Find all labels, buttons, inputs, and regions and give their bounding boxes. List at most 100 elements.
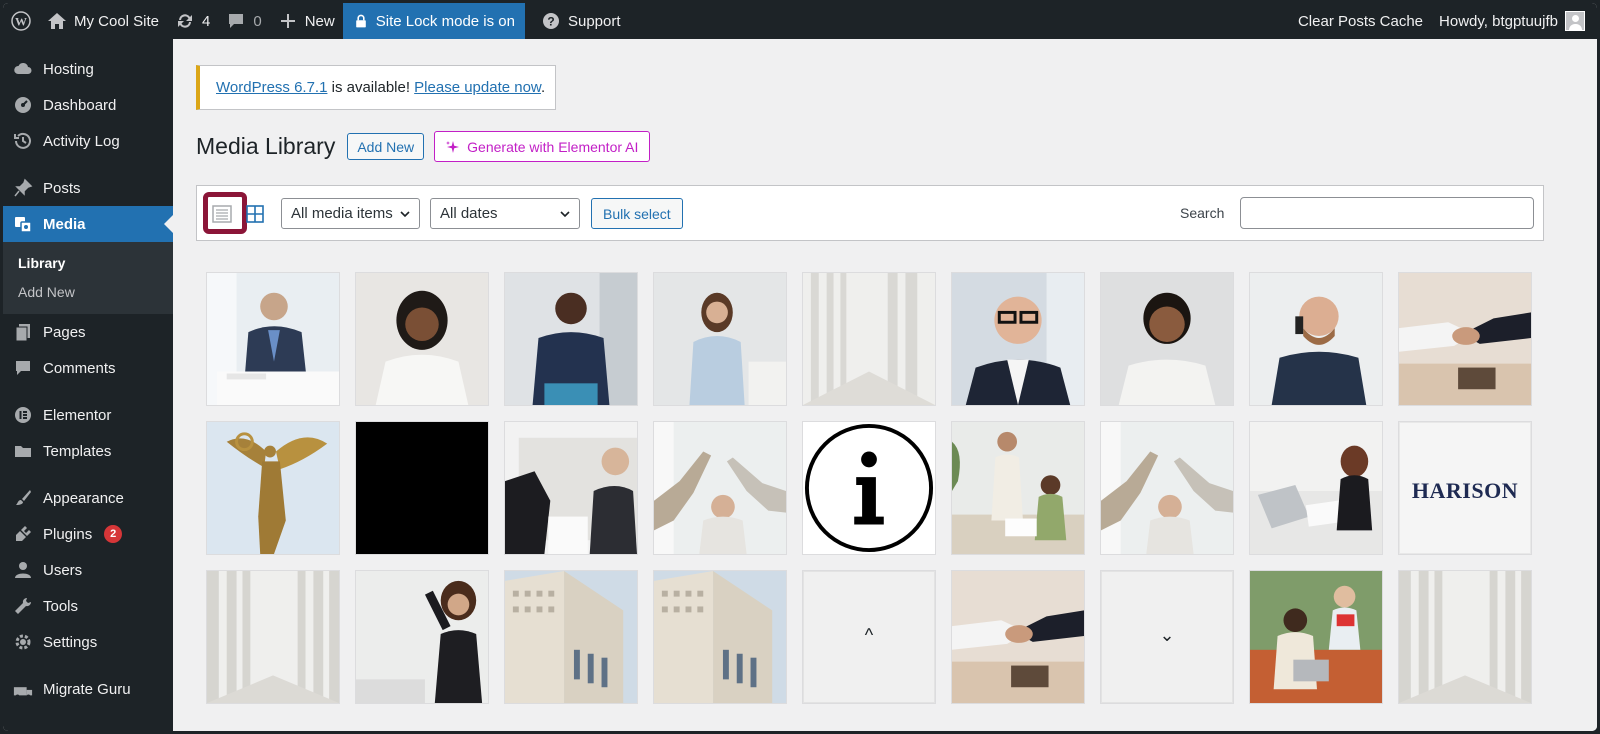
media-item[interactable] [802,272,936,406]
submenu-add-new[interactable]: Add New [3,277,173,306]
site-lock-indicator[interactable]: Site Lock mode is on [342,3,525,39]
migrate-icon [13,679,33,699]
media-item[interactable] [504,570,638,704]
title-row: Media Library Add New Generate with Elem… [196,131,651,162]
media-item[interactable] [1398,272,1532,406]
new-label: New [304,12,335,30]
admin-sidebar: Hosting Dashboard Activity Log Posts Med… [3,39,173,731]
date-filter[interactable]: All dates [430,198,580,229]
clear-cache-link[interactable]: Clear Posts Cache [1290,3,1431,39]
sidebar-item-templates[interactable]: Templates [3,433,173,469]
thumbnail-woman-white-shirt [356,273,488,405]
browser-frame: W My Cool Site 4 0 New Site Lock mode is… [0,0,1600,734]
sidebar-item-comments[interactable]: Comments [3,350,173,386]
media-item[interactable] [653,272,787,406]
generate-ai-button[interactable]: Generate with Elementor AI [434,131,651,162]
wordpress-version-link[interactable]: WordPress 6.7.1 [216,79,327,96]
thumbnail-businessman-signing [207,273,339,405]
media-item[interactable] [504,421,638,555]
wordpress-logo-button[interactable]: W [3,3,39,39]
bulk-select-button[interactable]: Bulk select [591,198,683,229]
sidebar-item-pages[interactable]: Pages [3,314,173,350]
thumbnail-high-five [654,422,786,554]
submenu-library[interactable]: Library [3,248,173,277]
chevron-down-icon [560,211,570,218]
generate-ai-label: Generate with Elementor AI [467,138,639,155]
history-icon [13,131,33,151]
site-name: My Cool Site [74,12,160,30]
media-item[interactable]: HARISON [1398,421,1532,555]
search-label: Search [1180,205,1225,221]
media-item[interactable] [653,570,787,704]
media-item[interactable] [1249,570,1383,704]
media-item[interactable] [951,272,1085,406]
media-item[interactable] [355,421,489,555]
main-content: WordPress 6.7.1 is available! Please upd… [173,39,1597,731]
thumbnail-man-glasses [952,273,1084,405]
avatar [1565,11,1585,31]
thumbnail-colonnade [803,273,935,405]
update-now-link[interactable]: Please update now [414,79,541,96]
media-item[interactable] [951,421,1085,555]
support-label: Support [567,12,621,30]
thumbnail-high-five-2 [1101,422,1233,554]
add-new-button[interactable]: Add New [347,133,425,160]
thumbnail-woman-whiteboard [356,571,488,703]
sidebar-item-label: Activity Log [43,132,120,150]
search-input[interactable] [1240,197,1534,229]
sidebar-item-label: Hosting [43,60,94,78]
grid-view-button[interactable] [242,200,268,228]
sidebar-item-posts[interactable]: Posts [3,170,173,206]
new-content-link[interactable]: New [270,3,343,39]
media-type-filter[interactable]: All media items [281,198,420,229]
media-item[interactable]: ^ [802,570,936,704]
sidebar-item-activity-log[interactable]: Activity Log [3,123,173,159]
sidebar-item-migrate-guru[interactable]: Migrate Guru [3,671,173,707]
media-item[interactable] [951,570,1085,704]
folder-icon [13,441,33,461]
media-item[interactable] [355,570,489,704]
date-filter-value: All dates [440,205,498,222]
comments-link[interactable]: 0 [218,3,269,39]
sidebar-item-users[interactable]: Users [3,552,173,588]
media-item[interactable] [355,272,489,406]
support-link[interactable]: ? Support [525,3,629,39]
sidebar-item-settings[interactable]: Settings [3,624,173,660]
media-item[interactable] [206,570,340,704]
media-type-value: All media items [291,205,393,222]
sidebar-item-elementor[interactable]: Elementor [3,397,173,433]
media-item[interactable] [653,421,787,555]
site-name-link[interactable]: My Cool Site [39,3,167,39]
sidebar-item-hosting[interactable]: Hosting [3,51,173,87]
media-item[interactable] [1249,272,1383,406]
sidebar-item-dashboard[interactable]: Dashboard [3,87,173,123]
site-lock-label: Site Lock mode is on [375,12,515,30]
sidebar-item-plugins[interactable]: Plugins 2 [3,516,173,552]
info-icon [803,422,935,554]
notice-text: is available! [327,79,415,96]
home-icon [48,13,66,29]
comment-icon [13,358,33,378]
sidebar-item-appearance[interactable]: Appearance [3,480,173,516]
media-item[interactable] [1249,421,1383,555]
media-item[interactable] [206,421,340,555]
media-item[interactable] [206,272,340,406]
thumbnail-meeting-women [505,422,637,554]
media-item[interactable]: ⌄ [1100,570,1234,704]
media-item[interactable] [1398,570,1532,704]
plugin-icon [13,524,33,544]
sparkle-icon [446,140,460,153]
sidebar-item-label: Users [43,561,83,579]
media-item[interactable] [1100,272,1234,406]
updates-link[interactable]: 4 [167,3,218,39]
help-icon: ? [542,13,559,29]
media-item[interactable] [802,421,936,555]
media-item[interactable] [1100,421,1234,555]
my-account-link[interactable]: Howdy, btgptuujfb [1431,3,1597,39]
sidebar-item-tools[interactable]: Tools [3,588,173,624]
media-item[interactable] [504,272,638,406]
thumbnail-couple-laptop [1250,571,1382,703]
sidebar-item-media[interactable]: Media [3,206,173,242]
notice-tail: . [540,79,546,96]
thumbnail-woman-smiling [1101,273,1233,405]
